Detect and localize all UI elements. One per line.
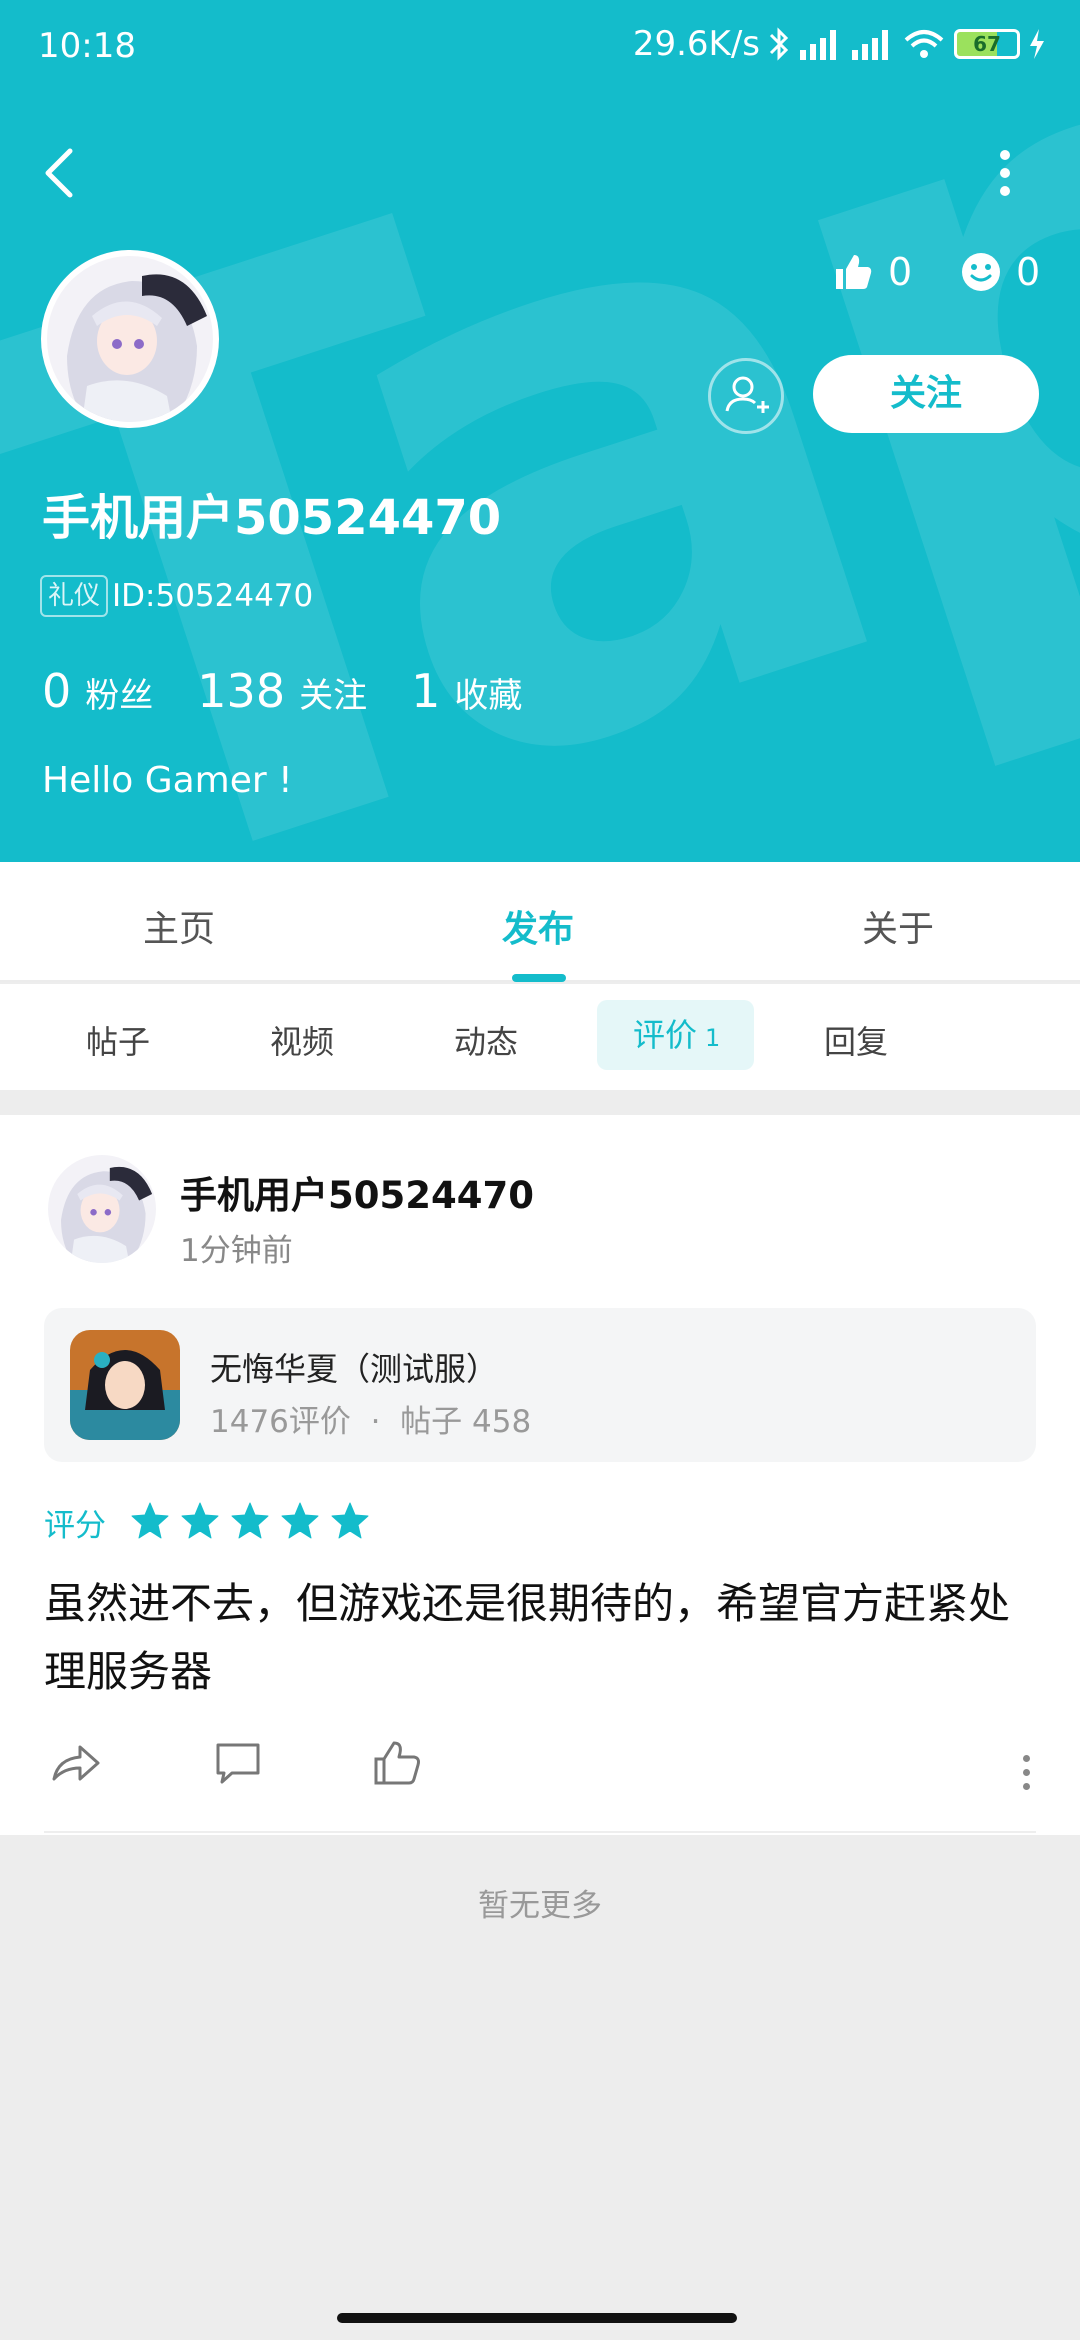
- home-indicator[interactable]: [337, 2313, 737, 2323]
- review-author-name[interactable]: 手机用户50524470: [180, 1165, 534, 1219]
- follow-button[interactable]: 关注: [813, 355, 1039, 433]
- like-icon[interactable]: [370, 1735, 426, 1791]
- back-arrow-icon[interactable]: [40, 145, 80, 201]
- star-icon: [331, 1502, 369, 1538]
- network-speed: 29.6K/s: [632, 24, 760, 64]
- profile-page: Tap 10:18 29.6K/s 67 0 0 关注 手机用户50524470…: [0, 0, 1080, 2340]
- game-icon: [70, 1330, 180, 1440]
- review-text: 虽然进不去，但游戏还是很期待的，希望官方赶紧处理服务器: [44, 1579, 1011, 1696]
- charging-icon: [1030, 29, 1044, 59]
- tab-published[interactable]: 发布: [502, 900, 574, 952]
- etiquette-badge: 礼仪: [40, 575, 109, 617]
- comment-icon[interactable]: [210, 1735, 266, 1791]
- following-stat[interactable]: 138 关注: [197, 664, 367, 718]
- rating-stars: [130, 1501, 380, 1545]
- game-meta: 1476评价 · 帖子 458: [210, 1404, 532, 1440]
- tab-home[interactable]: 主页: [143, 900, 215, 952]
- card-more-icon[interactable]: [1020, 1755, 1032, 1795]
- avatar[interactable]: [41, 250, 219, 428]
- smile-face-icon: [962, 253, 1000, 291]
- star-icon: [181, 1502, 219, 1538]
- profile-header: Tap 10:18 29.6K/s 67 0 0 关注 手机用户50524470…: [0, 0, 1080, 862]
- reviews-count: 1: [705, 1024, 721, 1052]
- review-time: 1分钟前: [180, 1233, 293, 1269]
- subtab-moments[interactable]: 动态: [454, 1017, 518, 1063]
- add-user-icon: [725, 376, 769, 413]
- signal-icon-1: [798, 24, 842, 64]
- no-more-text: 暂无更多: [478, 1888, 602, 1924]
- signal-icon-2: [850, 24, 894, 64]
- favorites-stat[interactable]: 1 收藏: [411, 664, 522, 718]
- status-icons: 29.6K/s 67: [633, 24, 1046, 64]
- user-id: ID:50524470: [112, 578, 314, 614]
- profile-username: 手机用户50524470: [42, 490, 502, 546]
- bluetooth-icon: [769, 27, 789, 61]
- profile-stats: 0 粉丝 138 关注 1 收藏: [42, 664, 566, 718]
- active-tab-indicator: [512, 974, 566, 982]
- likes-count: 0: [832, 250, 912, 294]
- user-id-row: 礼仪 ID:50524470: [40, 575, 313, 617]
- profile-bio: Hello Gamer !: [42, 760, 293, 801]
- status-time: 10:18: [38, 26, 136, 66]
- star-icon: [231, 1502, 269, 1538]
- game-info-box[interactable]: 无悔华夏（测试服） 1476评价 · 帖子 458: [44, 1308, 1036, 1462]
- wifi-icon: [904, 30, 944, 58]
- share-icon[interactable]: [48, 1735, 104, 1791]
- smiles-count: 0: [960, 250, 1040, 294]
- profile-tabs: 主页 发布 关于: [0, 862, 1080, 982]
- subtab-replies[interactable]: 回复: [824, 1017, 888, 1063]
- divider: [44, 1831, 1036, 1833]
- thumbs-up-icon: [836, 255, 872, 289]
- subtab-videos[interactable]: 视频: [270, 1017, 334, 1063]
- star-icon: [131, 1502, 169, 1538]
- content-subtabs: 帖子 视频 动态 评价 1 回复: [0, 984, 1080, 1090]
- game-name: 无悔华夏（测试服）: [210, 1350, 499, 1388]
- subtab-reviews[interactable]: 评价 1: [597, 1000, 754, 1070]
- review-card[interactable]: 手机用户50524470 1分钟前 无悔华夏（测试服） 1476评价 · 帖子 …: [0, 1115, 1080, 1835]
- tab-about[interactable]: 关于: [862, 900, 934, 952]
- followers-stat[interactable]: 0 粉丝: [42, 664, 153, 718]
- status-bar: 10:18 29.6K/s 67: [0, 0, 1080, 96]
- review-author-avatar[interactable]: [48, 1155, 156, 1263]
- subtab-posts[interactable]: 帖子: [86, 1017, 150, 1063]
- review-actions: [0, 1735, 1080, 1815]
- rating-row: 评分: [44, 1500, 380, 1545]
- battery-icon: 67: [954, 29, 1020, 59]
- add-friend-button[interactable]: [708, 358, 784, 434]
- more-options-icon[interactable]: [990, 150, 1020, 200]
- rating-label: 评分: [44, 1508, 106, 1544]
- star-icon: [281, 1502, 319, 1538]
